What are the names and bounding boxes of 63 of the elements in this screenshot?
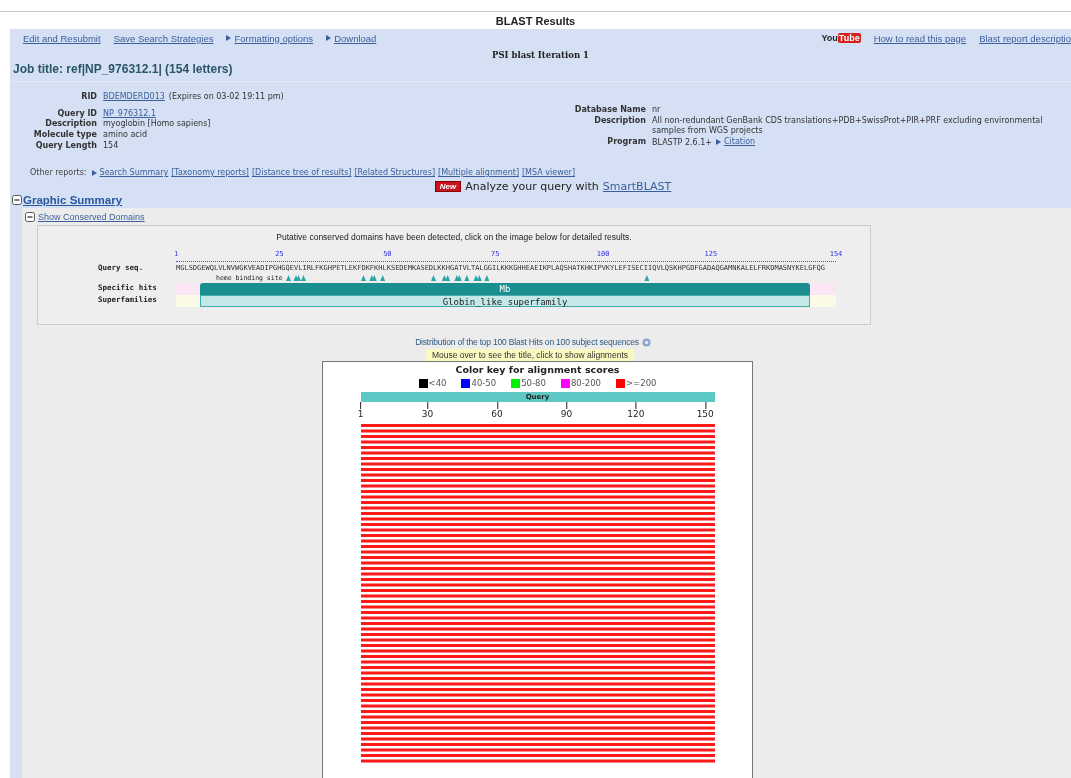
field-value: amino acid	[103, 130, 148, 140]
collapse-icon[interactable]	[25, 212, 35, 222]
toolbar-link[interactable]: Blast report descriptio	[979, 32, 1071, 44]
report-link[interactable]: [Distance tree of results]	[252, 168, 352, 177]
field-link[interactable]: NP_976312.1	[103, 109, 156, 118]
axis-tick: 90	[560, 402, 573, 419]
field-value: BLASTP 2.6.1+	[652, 137, 712, 148]
triangle-icon	[326, 35, 332, 41]
key-label: 40-50	[471, 378, 497, 388]
reports-label: Other reports:	[30, 168, 87, 177]
field-link[interactable]: Citation	[724, 137, 756, 146]
iteration-label: PSI blast Iteration 1	[491, 50, 590, 60]
field-value: 154	[103, 141, 119, 151]
field-value: (Expires on 03-02 19:11 pm)	[168, 92, 284, 102]
field-label: Description	[593, 116, 646, 127]
field-label: Database Name	[573, 105, 646, 115]
toolbar-link[interactable]: Formatting options	[234, 32, 314, 44]
report-link[interactable]: [Multiple alignment]	[438, 168, 519, 177]
field-label: Description	[44, 119, 97, 129]
promo-text: Analyze your query with	[465, 180, 599, 193]
key-title: Color key for alignment scores	[455, 364, 620, 375]
field-label: RID	[80, 92, 97, 102]
key-label: 80-200	[570, 378, 601, 388]
hits-drawing[interactable]	[360, 424, 715, 766]
collapse-icon[interactable]	[12, 195, 22, 205]
toolbar-link[interactable]: Save Search Strategies	[113, 32, 214, 44]
field-label: Molecule type	[32, 130, 97, 140]
axis-tick: 120	[627, 402, 645, 419]
axis-tick: 60	[491, 402, 503, 419]
axis-tick: 30	[421, 402, 434, 419]
window-title: BLAST Results	[495, 14, 576, 27]
toolbar-link[interactable]: Download	[334, 32, 377, 44]
report-link[interactable]: [MSA viewer]	[522, 168, 576, 177]
triangle-icon	[226, 35, 232, 41]
field-value: All non-redundant GenBank CDS translations+PDB+SwissProt+PIR+PRF excluding environmental samples from WGS projects	[652, 116, 1044, 136]
domain-bar[interactable]: Globin_like superfamily	[200, 295, 810, 307]
field-link[interactable]: BDEMDERD013	[103, 92, 165, 101]
axis-tick: 1	[357, 402, 364, 419]
field-label: Query Length	[34, 141, 97, 151]
report-link[interactable]: Search Summary	[99, 168, 169, 177]
report-link[interactable]: [Related Structures]	[354, 168, 435, 177]
key-label: 50-80	[521, 378, 546, 388]
distribution-title: Distribution of the top 100 Blast Hits on 100 subject sequences	[415, 337, 639, 347]
new-badge: New	[434, 181, 462, 192]
field-label: Query ID	[56, 109, 97, 118]
toolbar-link[interactable]: How to read this page	[873, 32, 967, 44]
job-title: Job title: ref|NP_976312.1| (154 letters)	[13, 62, 234, 76]
smartblast-link[interactable]: SmartBLAST	[602, 180, 672, 193]
field-label: Program	[606, 137, 646, 148]
section-title[interactable]: Graphic Summary	[23, 194, 123, 206]
domains-toggle-link[interactable]: Show Conserved Domains	[38, 212, 145, 222]
triangle-icon	[91, 169, 97, 176]
key-label: >=200	[626, 378, 657, 388]
report-link[interactable]: [Taxonomy reports]	[171, 168, 249, 177]
key-label: <40	[428, 378, 447, 388]
domain-bar[interactable]: Mb	[200, 283, 810, 295]
hint-text: Mouse over to see the title, click to show alignments	[425, 349, 635, 361]
domains-message: Putative conserved domains have been detected, click on the image below for detailed results.	[275, 232, 633, 242]
field-value: myoglobin [Homo sapiens]	[103, 119, 211, 129]
triangle-icon	[716, 138, 721, 145]
field-value: nr	[652, 105, 661, 115]
toolbar-link[interactable]: Edit and Resubmit	[23, 32, 101, 44]
axis-tick: 150	[696, 402, 714, 419]
